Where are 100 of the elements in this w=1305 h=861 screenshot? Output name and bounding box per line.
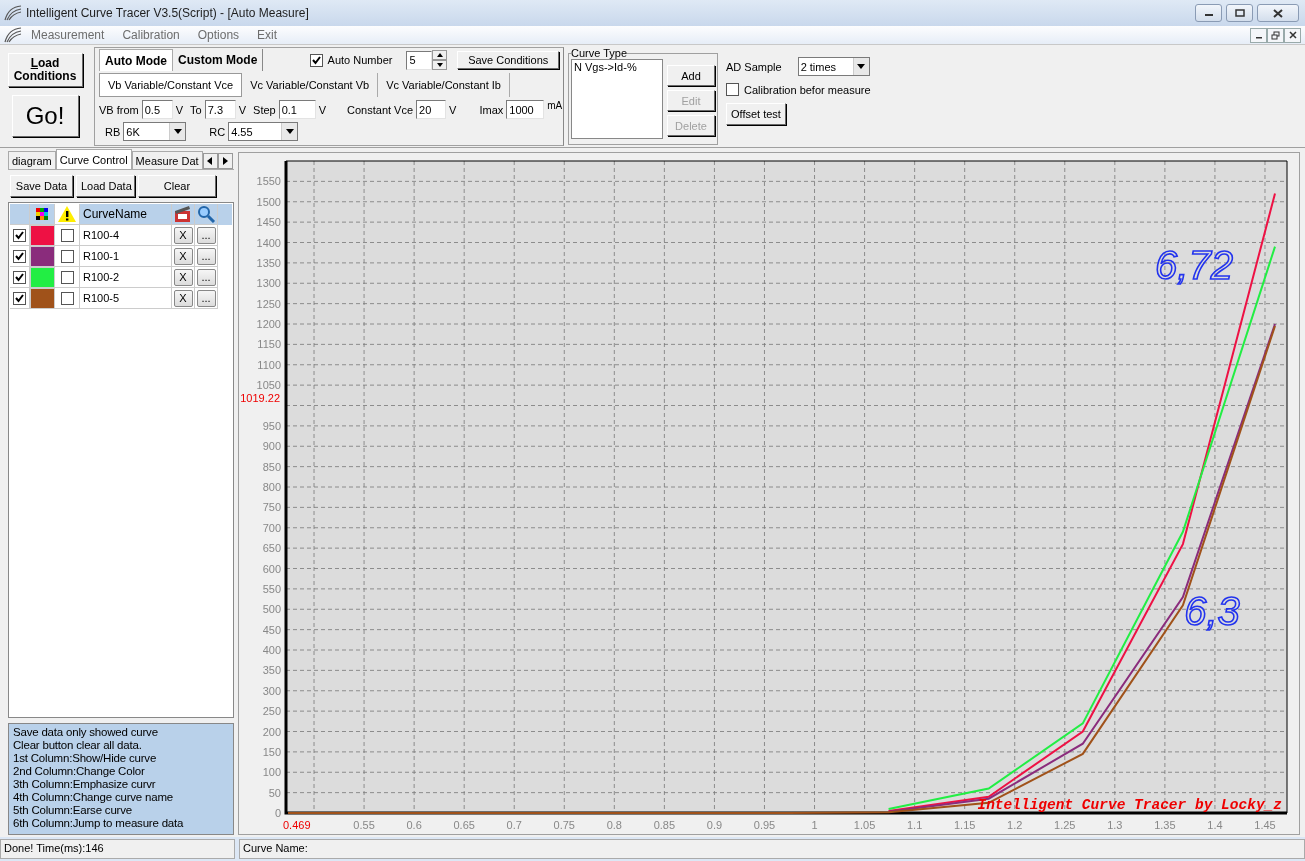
help-text: 5th Column:Earse curve (13, 804, 133, 817)
curve-name[interactable]: R100-2 (80, 267, 172, 288)
offset-test-button[interactable]: Offset test (726, 103, 786, 125)
axis-label: 1350 (256, 256, 281, 269)
help-text: Save data only showed curve (13, 726, 159, 739)
axis-label: 350 (262, 664, 281, 677)
checkbox[interactable] (13, 228, 26, 242)
go-button[interactable]: Go! (11, 95, 79, 137)
cursor-readout: 0.469 (283, 819, 311, 831)
checkbox[interactable] (13, 270, 26, 284)
panel-button[interactable]: Save Data (10, 175, 73, 197)
restore-icon (1271, 30, 1280, 40)
unit-label: V (175, 103, 184, 116)
axis-label: 0.6 (406, 819, 422, 831)
panel-button[interactable]: Clear (138, 175, 216, 197)
erase-button[interactable]: X (173, 247, 193, 265)
checkbox[interactable] (60, 228, 74, 242)
curve-name[interactable]: R100-5 (80, 288, 172, 309)
axis-label: 950 (262, 419, 281, 432)
axis-label: 300 (262, 684, 281, 697)
ad-sample-label: AD Sample (726, 60, 782, 73)
axis-label: 1.3 (1107, 819, 1123, 831)
axis-label: 1300 (256, 277, 281, 290)
param-field[interactable]: 20 (416, 100, 447, 119)
auto-number-field[interactable]: 5 (406, 50, 433, 70)
curve-type-list[interactable]: N Vgs->Id-% (571, 59, 663, 139)
curve-name[interactable]: R100-4 (80, 225, 172, 246)
axis-label: 1500 (256, 195, 281, 208)
checkbox[interactable] (60, 249, 74, 263)
axis-label: 700 (262, 521, 281, 534)
menu-item[interactable]: Options (188, 28, 249, 42)
spin-up-button[interactable] (432, 49, 448, 60)
help-text: 4th Column:Change curve name (13, 791, 174, 804)
close-button[interactable] (1257, 4, 1299, 22)
spin-down-button[interactable] (432, 59, 448, 70)
panel-tab[interactable]: diagram (8, 151, 56, 169)
mode-tab[interactable]: Auto Mode (99, 49, 173, 71)
list-item[interactable]: N Vgs->Id-% (574, 61, 660, 73)
color-swatch[interactable] (30, 225, 55, 246)
param-field[interactable]: 1000 (506, 100, 545, 119)
panel-button[interactable]: Load Data (76, 175, 135, 197)
panel-tab[interactable]: Measure Dat (131, 151, 203, 169)
color-swatch[interactable] (30, 246, 55, 267)
color-grid-icon (36, 208, 48, 220)
menu-item[interactable]: Measurement (22, 28, 114, 42)
maximize-button[interactable] (1226, 4, 1253, 22)
param-label: To (190, 103, 202, 116)
help-text: Clear button clear all data. (13, 739, 143, 752)
axis-label: 100 (262, 766, 281, 779)
menu-item[interactable]: Exit (248, 28, 287, 42)
axis-label: 400 (262, 644, 281, 656)
axis-label: 850 (262, 460, 281, 473)
axis-label: 1.1 (907, 819, 923, 831)
axis-label: 150 (262, 745, 281, 758)
maximize-icon (1234, 9, 1245, 17)
checkbox[interactable] (309, 53, 323, 67)
clapperboard-icon (173, 205, 193, 223)
close-button[interactable] (1284, 27, 1301, 43)
unit-label: mA (547, 100, 563, 111)
panel-tab[interactable]: Curve Control (55, 149, 132, 169)
sweep-tab[interactable]: Vb Variable/Constant Vce (99, 73, 243, 97)
axis-label: 800 (262, 481, 281, 493)
erase-button[interactable]: X (173, 226, 193, 244)
credit-text: Intelligent Curve Tracer by Locky_z (977, 797, 1282, 813)
status-text: Curve Name: (239, 839, 1305, 859)
restore-button[interactable] (1267, 27, 1284, 43)
param-field[interactable]: 0.1 (278, 100, 316, 119)
erase-button[interactable]: X (173, 289, 193, 307)
erase-button[interactable]: X (173, 268, 193, 286)
column-header: CurveName (80, 204, 172, 225)
checkbox[interactable] (726, 83, 739, 96)
save-conditions-button[interactable]: Save Conditions (457, 51, 559, 69)
ad-sample-select[interactable]: 2 times (797, 57, 870, 76)
axis-label: 200 (262, 725, 281, 738)
jump-button[interactable]: ... (196, 268, 216, 286)
minimize-button[interactable] (1195, 4, 1222, 22)
jump-button[interactable]: ... (196, 289, 216, 307)
help-text: 6th Column:Jump to measure data (13, 817, 185, 830)
checkbox[interactable] (13, 291, 26, 305)
resistor-select[interactable]: 6K (123, 122, 187, 141)
color-swatch[interactable] (30, 288, 55, 309)
curve-name[interactable]: R100-1 (80, 246, 172, 267)
param-field[interactable]: 0.5 (141, 100, 173, 119)
checkbox[interactable] (60, 270, 74, 284)
curve-type-button[interactable]: Add (667, 65, 715, 86)
color-swatch[interactable] (30, 267, 55, 288)
checkbox[interactable] (13, 249, 26, 263)
load-conditions-button[interactable]: Load Conditions (7, 53, 83, 87)
axis-label: 0.9 (706, 819, 723, 831)
checkbox[interactable] (60, 291, 74, 305)
axis-label: 1200 (256, 318, 281, 330)
down-arrow-icon (436, 62, 443, 67)
minimize-button[interactable] (1250, 27, 1267, 43)
resistor-label: RC (209, 125, 226, 138)
axis-label: 1.45 (1254, 819, 1276, 831)
menu-item[interactable]: Calibration (113, 28, 189, 42)
param-field[interactable]: 7.3 (204, 100, 236, 119)
resistor-select[interactable]: 4.55 (228, 122, 299, 141)
jump-button[interactable]: ... (196, 226, 216, 244)
jump-button[interactable]: ... (196, 247, 216, 265)
